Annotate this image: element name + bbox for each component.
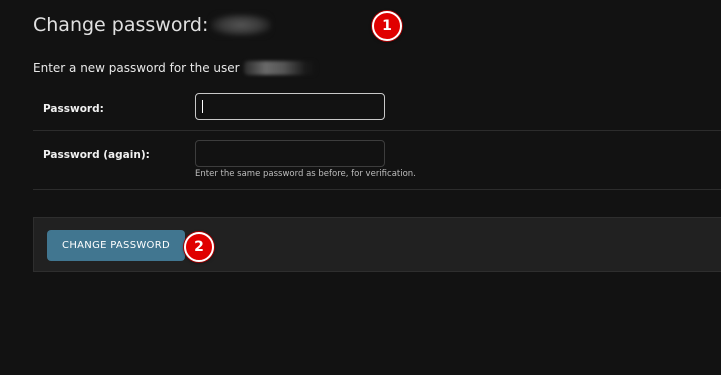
password-row: Password: [33,82,721,131]
annotation-badge-2: 2 [184,232,214,262]
password-again-label: Password (again): [43,149,150,161]
intro-text: Enter a new password for the user [33,61,316,75]
password-input[interactable] [195,93,385,120]
change-password-button[interactable]: CHANGE PASSWORD [47,230,185,261]
page-title-text: Change password: [33,14,209,36]
password-again-input[interactable] [195,140,385,167]
annotation-badge-1: 1 [372,11,402,41]
redacted-username-inline [243,61,316,75]
change-password-page: Change password: 1 Enter a new password … [0,0,721,375]
redacted-username [211,14,272,36]
text-caret [202,100,203,113]
submit-row: CHANGE PASSWORD [33,217,721,272]
intro-text-label: Enter a new password for the user [33,61,240,75]
page-title: Change password: [33,14,272,36]
password-label: Password: [43,103,104,115]
password-again-row: Password (again): Enter the same passwor… [33,131,721,190]
password-again-help: Enter the same password as before, for v… [195,169,416,179]
